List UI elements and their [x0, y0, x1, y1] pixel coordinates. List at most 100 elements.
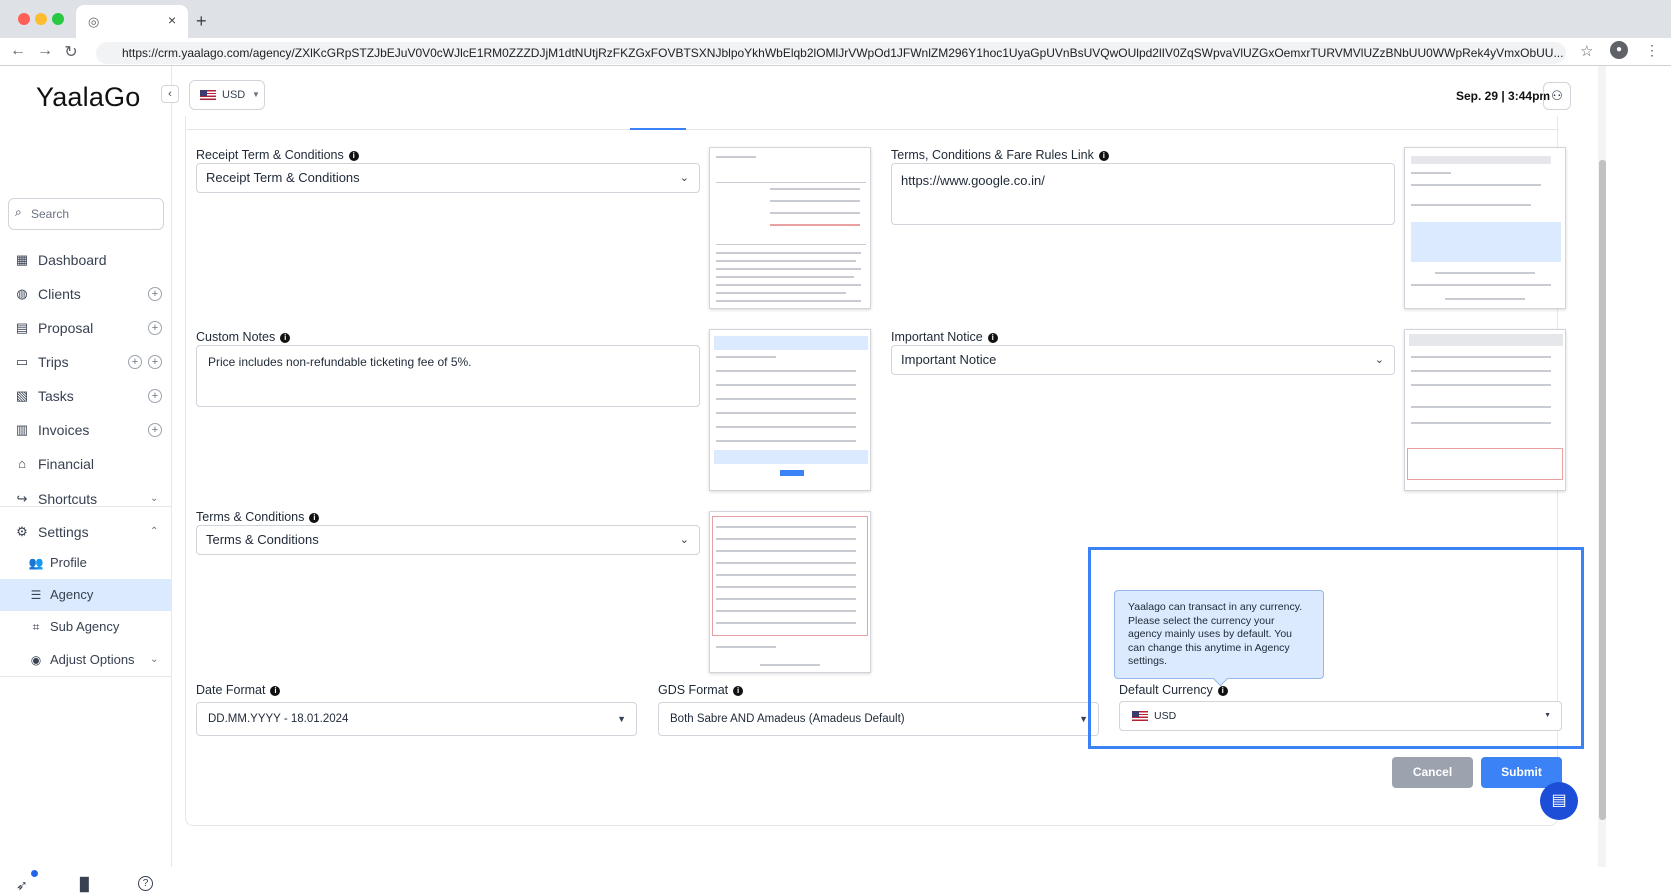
- info-icon[interactable]: i: [1098, 150, 1109, 161]
- default-currency-label: Default Currency: [1119, 683, 1213, 697]
- date-format-label-wrap: Date Format i: [196, 683, 281, 697]
- new-tab-icon[interactable]: +: [196, 11, 207, 32]
- scrollbar-thumb[interactable]: [1599, 160, 1606, 820]
- add-client-icon[interactable]: +: [148, 287, 162, 301]
- add-invoice-icon[interactable]: +: [148, 423, 162, 437]
- preview-line: [1435, 272, 1535, 274]
- search-input[interactable]: Search: [8, 198, 164, 230]
- currency-tooltip: Yaalago can transact in any currency. Pl…: [1114, 590, 1324, 679]
- preview-line: [716, 440, 856, 442]
- info-icon[interactable]: i: [309, 512, 320, 523]
- user-account-icon[interactable]: ⚇: [1543, 82, 1571, 110]
- browser-tab[interactable]: ◎ ×: [76, 5, 188, 38]
- preview-line: [716, 412, 856, 414]
- sidebar-item-label: Financial: [38, 456, 95, 472]
- profile-icon[interactable]: ●: [1610, 41, 1628, 59]
- add-task-icon[interactable]: +: [148, 389, 162, 403]
- date-format-select[interactable]: DD.MM.YYYY - 18.01.2024 ▼: [196, 702, 637, 736]
- preview-button: [780, 470, 804, 476]
- caret-down-icon: ▼: [252, 90, 260, 99]
- tab-strip: [186, 116, 1559, 130]
- gds-format-select[interactable]: Both Sabre AND Amadeus (Amadeus Default)…: [658, 702, 1099, 736]
- info-icon[interactable]: i: [348, 150, 359, 161]
- default-currency-select[interactable]: USD ▼: [1119, 701, 1562, 731]
- preview-line: [1411, 284, 1551, 286]
- custom-notes-label-wrap: Custom Notes i: [196, 330, 291, 344]
- chevron-down-icon: ⌄: [679, 172, 689, 184]
- chat-icon[interactable]: ▤: [1540, 782, 1578, 820]
- custom-notes-preview-thumbnail[interactable]: [709, 329, 871, 491]
- sidebar-subitem-sub-agency[interactable]: ⌗ Sub Agency: [0, 611, 172, 643]
- collapse-sidebar-button[interactable]: ‹: [161, 85, 179, 103]
- receipt-terms-label: Receipt Term & Conditions: [196, 148, 344, 162]
- add-trip-icon[interactable]: +: [128, 355, 142, 369]
- preview-block: [1407, 448, 1563, 480]
- info-icon[interactable]: i: [733, 685, 744, 696]
- info-icon[interactable]: i: [280, 332, 291, 343]
- bookmark-star-icon[interactable]: ☆: [1580, 42, 1593, 60]
- add-proposal-icon[interactable]: +: [148, 321, 162, 335]
- info-icon[interactable]: i: [987, 332, 998, 343]
- sidebar-item-financial[interactable]: ⌂ Financial: [0, 447, 172, 481]
- sidebar-item-label: Dashboard: [38, 252, 107, 268]
- info-icon[interactable]: i: [270, 685, 281, 696]
- app-logo[interactable]: YaalaGo: [36, 82, 140, 113]
- maximize-window-icon[interactable]: [52, 13, 64, 25]
- sidebar-subitem-adjust-options[interactable]: ◉ Adjust Options ⌄: [0, 644, 172, 676]
- receipt-terms-value: Receipt Term & Conditions: [206, 170, 360, 185]
- preview-line: [760, 664, 820, 666]
- sidebar-subitem-profile[interactable]: 👥 Profile: [0, 547, 172, 579]
- chevron-down-icon: ⌄: [679, 534, 689, 546]
- divider: [0, 676, 172, 677]
- preview-line: [716, 562, 856, 564]
- important-notice-select[interactable]: Important Notice ⌄: [891, 345, 1395, 375]
- info-icon[interactable]: i: [1217, 685, 1228, 696]
- close-tab-icon[interactable]: ×: [168, 12, 176, 28]
- active-tab-indicator: [630, 128, 686, 130]
- invoice-icon: ▥: [15, 422, 29, 437]
- sidebar-item-settings[interactable]: ⚙ Settings ⌃: [0, 515, 172, 549]
- preview-line: [716, 182, 866, 183]
- fare-rules-link-input[interactable]: https://www.google.co.in/: [891, 163, 1395, 225]
- sidebar-item-invoices[interactable]: ▥ Invoices +: [0, 413, 172, 447]
- rocket-icon[interactable]: ➶: [16, 877, 28, 894]
- file-icon[interactable]: ▉: [80, 877, 90, 893]
- chevron-down-icon: ⌄: [1374, 354, 1384, 366]
- sidebar-item-tasks[interactable]: ▧ Tasks +: [0, 379, 172, 413]
- close-window-icon[interactable]: [18, 13, 30, 25]
- us-flag-icon: [200, 90, 216, 101]
- terms-conditions-select[interactable]: Terms & Conditions ⌄: [196, 525, 700, 555]
- sidebar-subitem-agency[interactable]: ☰ Agency: [0, 579, 172, 611]
- cancel-button[interactable]: Cancel: [1392, 757, 1473, 788]
- browser-chrome: ◎ × + ← → ↻ https://crm.yaalago.com/agen…: [0, 0, 1671, 66]
- important-notice-preview-thumbnail[interactable]: [1404, 329, 1566, 491]
- sidebar: YaalaGo Search ⌕ ▦ Dashboard ◍ Clients +…: [0, 66, 172, 893]
- preview-line: [716, 550, 856, 552]
- sidebar-item-shortcuts[interactable]: ↪ Shortcuts ⌄: [0, 482, 172, 516]
- currency-label: USD: [222, 89, 246, 101]
- browser-menu-icon[interactable]: ⋮: [1645, 42, 1659, 59]
- sidebar-item-clients[interactable]: ◍ Clients +: [0, 277, 172, 311]
- receipt-preview-thumbnail[interactable]: [709, 147, 871, 309]
- sidebar-item-dashboard[interactable]: ▦ Dashboard: [0, 243, 172, 277]
- minimize-window-icon[interactable]: [35, 13, 47, 25]
- receipt-terms-select[interactable]: Receipt Term & Conditions ⌄: [196, 163, 700, 193]
- custom-notes-textarea[interactable]: Price includes non-refundable ticketing …: [196, 345, 700, 407]
- sidebar-item-trips[interactable]: ▭ Trips + +: [0, 345, 172, 379]
- preview-line: [1411, 156, 1551, 164]
- terms-preview-thumbnail[interactable]: [709, 511, 871, 673]
- fare-rules-preview-thumbnail[interactable]: [1404, 147, 1566, 309]
- preview-line: [716, 622, 856, 624]
- sidebar-item-proposal[interactable]: ▤ Proposal +: [0, 311, 172, 345]
- preview-line: [1411, 184, 1541, 186]
- address-bar[interactable]: https://crm.yaalago.com/agency/ZXlKcGRpS…: [96, 42, 1566, 64]
- preview-line: [716, 156, 756, 158]
- add-trip-alt-icon[interactable]: +: [148, 355, 162, 369]
- terms-label-wrap: Terms & Conditions i: [196, 510, 320, 524]
- currency-selector-button[interactable]: USD ▼: [189, 80, 265, 110]
- preview-line: [1411, 406, 1551, 408]
- preview-line: [770, 188, 860, 190]
- help-icon[interactable]: ?: [138, 876, 153, 891]
- preview-block: [1411, 222, 1561, 262]
- sidebar-item-label: Settings: [38, 524, 89, 540]
